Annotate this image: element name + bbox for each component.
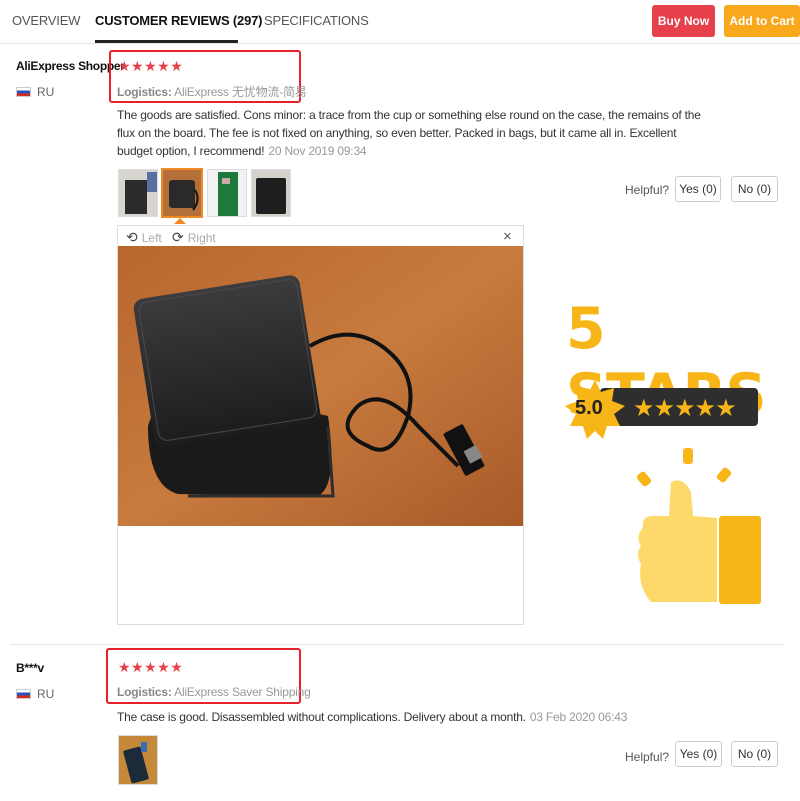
logistics-label: Logistics: xyxy=(117,85,172,99)
country-code: RU xyxy=(37,687,55,701)
review-photo-thumbnail-selected[interactable] xyxy=(161,168,203,218)
rotate-right-button[interactable]: ⟳ Right xyxy=(172,229,216,246)
logistics-info: Logistics: AliExpress Saver Shipping xyxy=(117,685,311,699)
rotate-right-icon: ⟳ xyxy=(172,229,184,245)
review-date: 20 Nov 2019 09:34 xyxy=(268,144,367,158)
rotate-left-label: Left xyxy=(141,230,162,245)
selected-thumbnail-pointer xyxy=(174,218,186,224)
review-photo-thumbnail[interactable] xyxy=(207,169,247,217)
helpful-yes-button[interactable]: Yes (0) xyxy=(675,176,721,202)
logistics-value: AliExpress 无忧物流-简易 xyxy=(174,85,307,99)
logistics-value: AliExpress Saver Shipping xyxy=(174,685,311,699)
logistics-info: Logistics: AliExpress 无忧物流-简易 xyxy=(117,83,307,100)
star-rating: ★★★★★ xyxy=(118,58,184,74)
close-icon[interactable]: × xyxy=(503,228,512,245)
review-divider xyxy=(10,644,785,645)
review-text: The goods are satisfied. Cons minor: a t… xyxy=(117,106,712,160)
promo-stars: ★★★★★ xyxy=(633,395,737,422)
review-photo-thumbnail[interactable] xyxy=(118,169,158,217)
buy-now-button[interactable]: Buy Now xyxy=(652,5,715,37)
tab-bar: OVERVIEW CUSTOMER REVIEWS (297) SPECIFIC… xyxy=(0,0,800,44)
tab-customer-reviews[interactable]: CUSTOMER REVIEWS (297) xyxy=(95,13,262,28)
active-tab-indicator xyxy=(95,40,238,43)
review-photo-thumbnail[interactable] xyxy=(118,735,158,785)
tab-overview[interactable]: OVERVIEW xyxy=(12,13,80,28)
review-text: The case is good. Disassembled without c… xyxy=(117,708,737,726)
country-code: RU xyxy=(37,85,55,99)
reviewer-name: B***v xyxy=(16,661,44,675)
rotate-left-icon: ⟲ xyxy=(126,229,138,245)
review-body: The case is good. Disassembled without c… xyxy=(117,710,526,724)
add-to-cart-button[interactable]: Add to Cart xyxy=(724,5,800,37)
helpful-label: Helpful? xyxy=(625,183,670,197)
reviewer-country: RU xyxy=(16,85,54,99)
logistics-label: Logistics: xyxy=(117,685,172,699)
review-photo-thumbnail[interactable] xyxy=(251,169,291,217)
promo-score: 5.0 xyxy=(575,397,603,419)
rotate-right-label: Right xyxy=(187,230,216,245)
helpful-no-button[interactable]: No (0) xyxy=(731,176,778,202)
thumbs-up-icon xyxy=(636,448,761,604)
reviewer-country: RU xyxy=(16,687,54,701)
review-photo-large xyxy=(118,246,523,526)
review-body: The goods are satisfied. Cons minor: a t… xyxy=(117,108,701,158)
helpful-no-button[interactable]: No (0) xyxy=(731,741,778,767)
russia-flag-icon xyxy=(16,87,31,97)
helpful-label: Helpful? xyxy=(625,750,670,764)
photo-viewer: ⟲ Left ⟳ Right × xyxy=(117,225,524,625)
star-rating: ★★★★★ xyxy=(118,659,184,675)
russia-flag-icon xyxy=(16,689,31,699)
review-date: 03 Feb 2020 06:43 xyxy=(529,710,628,724)
rotate-left-button[interactable]: ⟲ Left xyxy=(126,229,162,246)
helpful-yes-button[interactable]: Yes (0) xyxy=(675,741,722,767)
tab-specifications[interactable]: SPECIFICATIONS xyxy=(264,13,369,28)
